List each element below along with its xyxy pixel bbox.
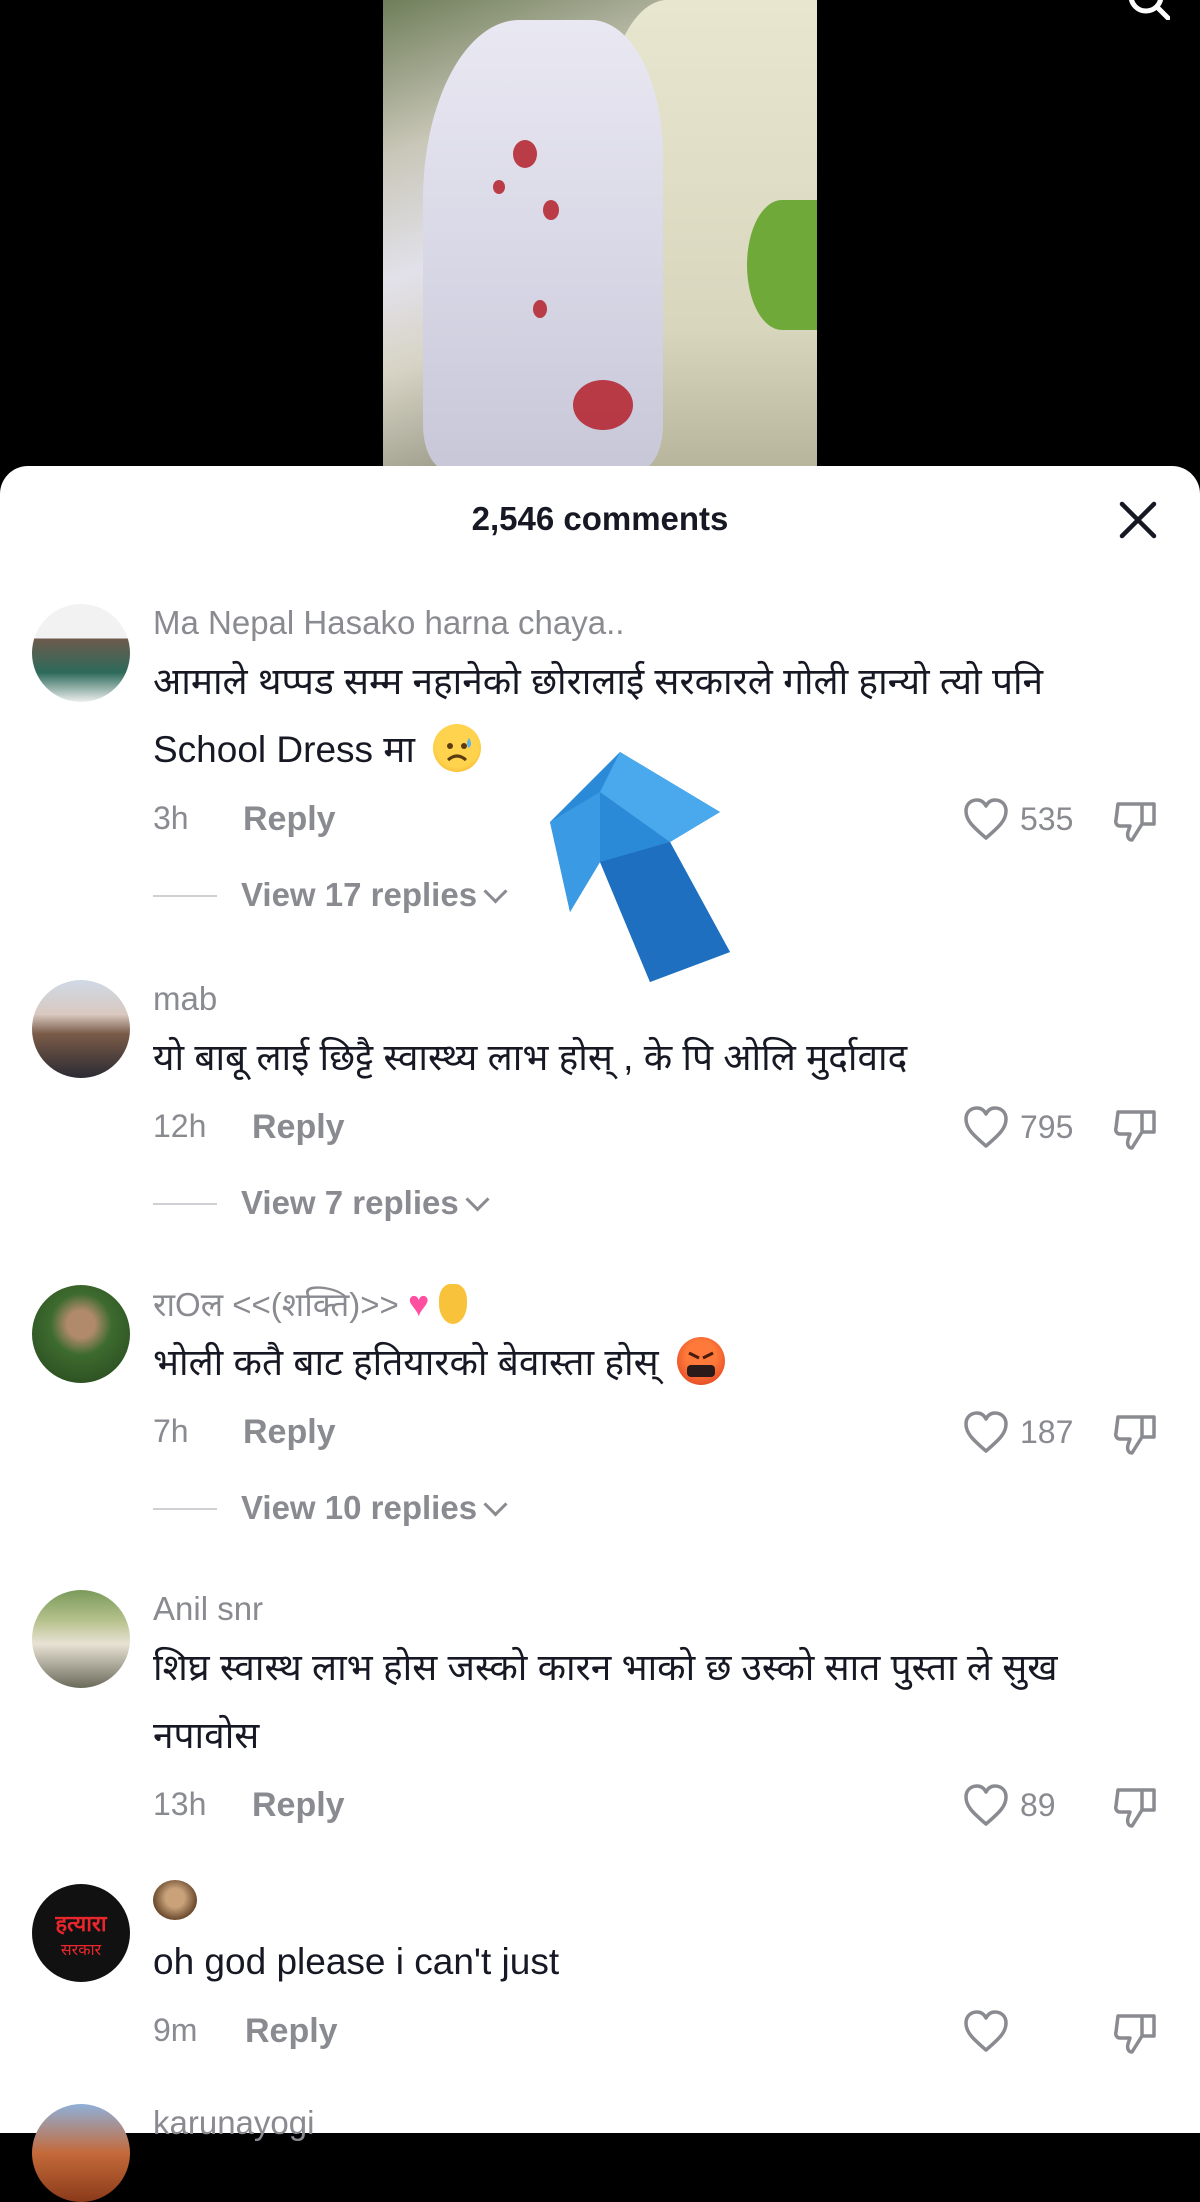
view-replies-button[interactable]: View 10 replies: [153, 1483, 1160, 1533]
pink-heart-emoji: ♥: [407, 1283, 430, 1324]
heart-icon: [964, 798, 1008, 840]
heart-icon: [964, 2010, 1008, 2052]
like-count: 795: [1020, 1108, 1074, 1145]
comment-username[interactable]: Ma Nepal Hasako harna chaya..: [153, 598, 1160, 648]
comment-time: 13h: [153, 1786, 207, 1822]
comment-time: 3h: [153, 800, 189, 836]
reply-button[interactable]: Reply: [243, 800, 336, 839]
reply-button[interactable]: Reply: [252, 1786, 345, 1825]
thumbs-down-icon[interactable]: [1112, 1784, 1160, 1830]
avatar[interactable]: [32, 604, 130, 702]
avatar[interactable]: [32, 1590, 130, 1688]
sad-face-emoji: [433, 724, 482, 772]
like-button[interactable]: 795: [962, 1104, 1080, 1150]
reply-button[interactable]: Reply: [243, 1413, 336, 1452]
comments-sheet: 2,546 comments Ma Nepal Hasako harna cha…: [0, 466, 1200, 2202]
comment-username[interactable]: karunayogi: [153, 2098, 1160, 2148]
search-icon[interactable]: [1126, 0, 1170, 20]
comment-username[interactable]: Anil snr: [153, 1584, 1160, 1634]
like-button[interactable]: 89: [962, 1782, 1080, 1828]
thumbs-down-icon[interactable]: [1112, 2010, 1160, 2056]
angry-face-emoji: [676, 1337, 725, 1385]
video-player[interactable]: [0, 0, 1200, 480]
comment-text: oh god please i can't just: [153, 1941, 560, 1982]
comment-username[interactable]: राOल <<(शक्ति)>> ♥: [153, 1279, 1160, 1329]
video-frame: [383, 0, 817, 470]
thumbs-down-icon[interactable]: [1112, 1106, 1160, 1152]
comment-text: भोली कतै बाट हतियारको बेवास्ता होस्: [153, 1329, 1160, 1397]
thumbs-down-icon[interactable]: [1112, 1411, 1160, 1457]
comment-time: 7h: [153, 1413, 189, 1449]
thumbs-down-icon[interactable]: [1112, 798, 1160, 844]
comment-text: यो बाबू लाई छिट्टै स्वास्थ्य लाभ होस् , …: [153, 1037, 908, 1078]
comment-time: 12h: [153, 1108, 207, 1144]
reply-button[interactable]: Reply: [245, 2012, 338, 2051]
view-replies-button[interactable]: View 7 replies: [153, 1178, 1160, 1228]
hand-emoji: [438, 1284, 467, 1324]
arrow-up-icon: [550, 752, 730, 982]
like-count: 187: [1020, 1413, 1074, 1450]
close-icon[interactable]: [1116, 498, 1160, 542]
avatar[interactable]: [32, 980, 130, 1078]
like-button[interactable]: 535: [962, 796, 1080, 842]
like-count: 89: [1020, 1786, 1056, 1823]
comment-username[interactable]: [153, 1878, 1160, 1928]
comment-time: 9m: [153, 2012, 198, 2048]
heart-icon: [964, 1784, 1008, 1826]
chevron-down-icon: [465, 1187, 490, 1212]
avatar[interactable]: [32, 2104, 130, 2202]
like-button[interactable]: [962, 2008, 1080, 2054]
comment-count: 2,546 comments: [471, 500, 729, 537]
like-button[interactable]: 187: [962, 1409, 1080, 1455]
like-count: 535: [1020, 800, 1074, 837]
heart-icon: [964, 1106, 1008, 1148]
chevron-down-icon: [483, 879, 508, 904]
reply-button[interactable]: Reply: [252, 1108, 345, 1147]
chevron-down-icon: [483, 1492, 508, 1517]
avatar[interactable]: हत्यारा सरकार: [32, 1884, 130, 1982]
heart-icon: [964, 1411, 1008, 1453]
sheet-header: 2,546 comments: [0, 466, 1200, 576]
sloth-emoji: [153, 1880, 197, 1920]
avatar[interactable]: [32, 1285, 130, 1383]
comment-text: शिघ्र स्वास्थ लाभ होस जस्को कारन भाको छ …: [153, 1647, 1058, 1756]
